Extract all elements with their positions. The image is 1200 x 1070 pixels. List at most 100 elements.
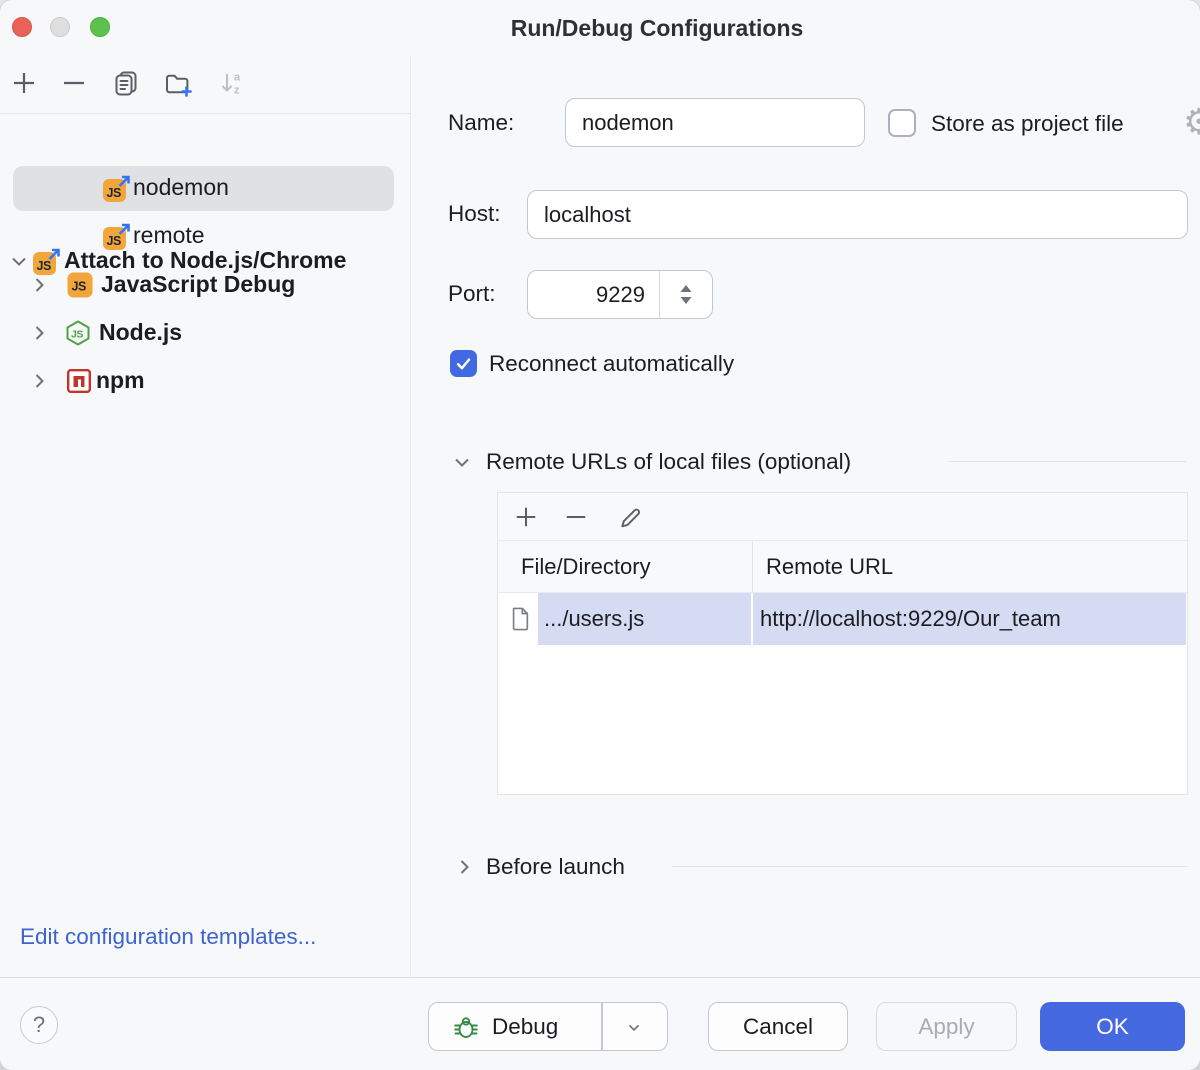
copy-configuration-button[interactable] xyxy=(108,65,144,101)
title-bar: Run/Debug Configurations xyxy=(0,0,1200,56)
table-cell-url[interactable]: http://localhost:9229/Our_team xyxy=(753,593,1186,645)
footer-divider xyxy=(0,977,1200,978)
attach-nodejs-chrome-icon: JS xyxy=(101,219,133,251)
remote-urls-section-title: Remote URLs of local files (optional) xyxy=(486,449,851,475)
name-input[interactable] xyxy=(565,98,865,147)
checkmark-icon xyxy=(453,353,474,374)
sidebar-main-divider xyxy=(410,56,411,977)
new-folder-button[interactable] xyxy=(160,65,196,101)
table-row[interactable]: .../users.js http://localhost:9229/Our_t… xyxy=(498,593,1187,645)
chevron-down-icon xyxy=(624,1017,644,1037)
debug-button[interactable]: Debug xyxy=(428,1002,668,1051)
javascript-icon: JS xyxy=(67,272,93,298)
svg-text:z: z xyxy=(234,85,240,97)
minus-icon xyxy=(60,69,88,97)
svg-text:JS: JS xyxy=(107,186,121,200)
column-header-remote-url[interactable]: Remote URL xyxy=(766,554,893,580)
debug-dropdown-button[interactable] xyxy=(601,1003,667,1050)
cancel-button[interactable]: Cancel xyxy=(708,1002,848,1051)
ok-button[interactable]: OK xyxy=(1040,1002,1185,1051)
npm-icon xyxy=(66,368,92,394)
svg-text:JS: JS xyxy=(107,234,121,248)
svg-text:a: a xyxy=(234,72,241,84)
plus-icon xyxy=(513,504,539,530)
help-button[interactable]: ? xyxy=(20,1006,58,1044)
chevron-right-icon[interactable] xyxy=(27,321,51,345)
minus-icon xyxy=(563,504,589,530)
column-header-file-directory[interactable]: File/Directory xyxy=(521,554,651,580)
nodejs-icon: JS xyxy=(64,319,92,347)
tree-item-npm[interactable]: npm xyxy=(0,357,410,404)
tree-item-label: JavaScript Debug xyxy=(101,271,295,298)
table-remove-button[interactable] xyxy=(556,497,596,537)
stepper-down-icon[interactable] xyxy=(679,296,693,305)
tree-item-label: npm xyxy=(96,367,145,394)
close-window-button[interactable] xyxy=(12,17,32,37)
copy-icon xyxy=(112,69,140,97)
tree-item-nodemon[interactable]: JS nodemon xyxy=(0,165,410,211)
pencil-icon xyxy=(617,504,643,530)
tree-item-label: Node.js xyxy=(99,319,182,346)
help-question-mark: ? xyxy=(33,1012,45,1038)
table-toolbar xyxy=(498,493,1187,541)
section-rule xyxy=(672,866,1188,867)
window-title: Run/Debug Configurations xyxy=(511,15,804,42)
reconnect-automatically-label: Reconnect automatically xyxy=(489,351,734,377)
port-stepper[interactable] xyxy=(660,271,712,318)
edit-configuration-templates-link[interactable]: Edit configuration templates... xyxy=(20,924,316,950)
tree-item-attach-group[interactable]: JS Attach to Node.js/Chrome xyxy=(0,119,410,165)
tree-item-remote[interactable]: JS remote xyxy=(0,213,410,259)
tree-item-label: nodemon xyxy=(133,174,229,201)
tree-item-javascript-debug[interactable]: JS JavaScript Debug xyxy=(0,261,410,308)
remote-urls-section-header[interactable]: Remote URLs of local files (optional) xyxy=(450,449,1190,475)
table-edit-button[interactable] xyxy=(610,497,650,537)
url-cell-text: http://localhost:9229/Our_team xyxy=(760,606,1061,632)
tree-item-label: remote xyxy=(133,222,205,249)
port-label: Port: xyxy=(448,281,496,307)
attach-nodejs-chrome-icon: JS xyxy=(101,171,133,203)
port-input[interactable] xyxy=(528,271,659,318)
chevron-right-icon[interactable] xyxy=(27,273,51,297)
before-launch-section-header[interactable]: Before launch xyxy=(452,854,1190,880)
host-input[interactable] xyxy=(527,190,1188,239)
debug-button-label: Debug xyxy=(492,1014,558,1040)
apply-button: Apply xyxy=(876,1002,1017,1051)
cancel-button-label: Cancel xyxy=(743,1014,813,1040)
bug-icon xyxy=(453,1014,479,1040)
chevron-right-icon[interactable] xyxy=(452,855,476,879)
stepper-up-icon[interactable] xyxy=(679,284,693,293)
table-cell-file[interactable]: .../users.js xyxy=(538,593,751,645)
sidebar-toolbar-divider xyxy=(0,113,410,114)
table-header-row: File/Directory Remote URL xyxy=(498,541,1187,593)
table-add-button[interactable] xyxy=(506,497,546,537)
sort-configurations-button: a z xyxy=(214,65,250,101)
chevron-right-icon[interactable] xyxy=(27,369,51,393)
reconnect-automatically-checkbox[interactable] xyxy=(450,350,477,377)
minimize-window-button xyxy=(50,17,70,37)
plus-icon xyxy=(10,69,38,97)
zoom-window-button[interactable] xyxy=(90,17,110,37)
column-divider[interactable] xyxy=(752,541,753,592)
host-label: Host: xyxy=(448,201,501,227)
new-folder-icon xyxy=(163,68,193,98)
apply-button-label: Apply xyxy=(918,1014,974,1040)
name-label: Name: xyxy=(448,110,514,136)
remove-configuration-button[interactable] xyxy=(56,65,92,101)
run-debug-configurations-dialog: Run/Debug Configurations a z xyxy=(0,0,1200,1070)
svg-text:JS: JS xyxy=(72,280,86,294)
add-configuration-button[interactable] xyxy=(6,65,42,101)
svg-text:JS: JS xyxy=(71,329,83,341)
sort-alphabetically-icon: a z xyxy=(218,69,246,97)
file-cell-text: .../users.js xyxy=(544,606,644,632)
gear-icon[interactable]: ⚙ xyxy=(1183,104,1200,140)
file-icon xyxy=(509,606,531,632)
before-launch-section-title: Before launch xyxy=(486,854,625,880)
store-as-project-file-label: Store as project file xyxy=(931,111,1124,137)
chevron-down-icon[interactable] xyxy=(450,450,474,474)
port-spinner xyxy=(527,270,713,319)
section-rule xyxy=(948,461,1186,462)
tree-item-nodejs[interactable]: JS Node.js xyxy=(0,309,410,356)
ok-button-label: OK xyxy=(1096,1014,1129,1040)
store-as-project-file-checkbox[interactable] xyxy=(888,109,916,137)
remote-urls-table: File/Directory Remote URL .../users.js h… xyxy=(497,492,1188,795)
